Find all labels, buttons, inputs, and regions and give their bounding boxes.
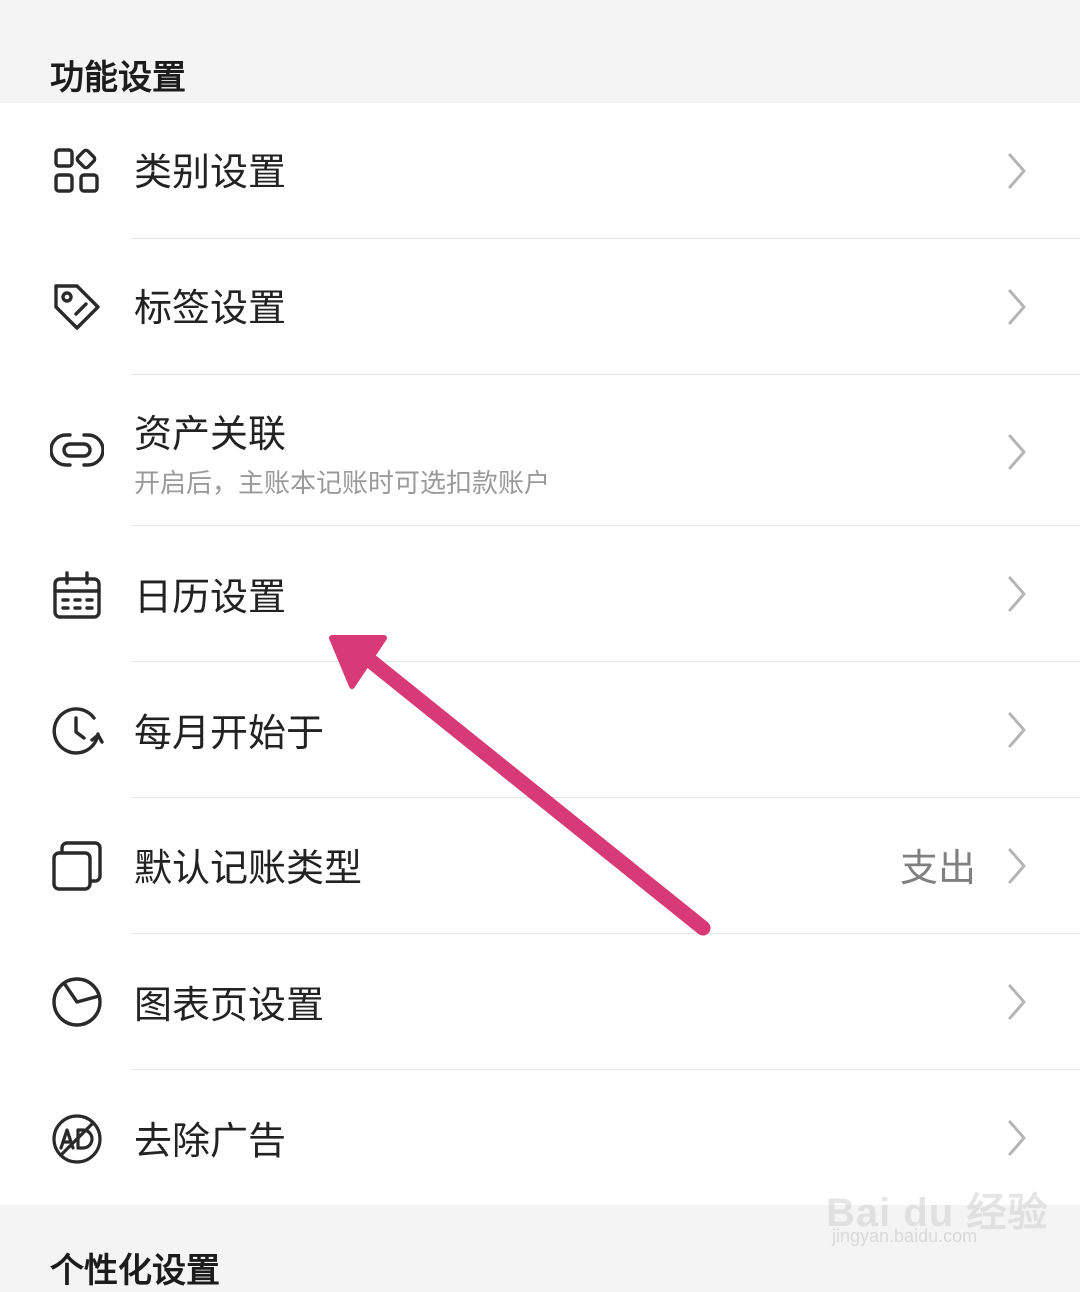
no-ad-icon: [50, 1112, 104, 1166]
row-label: 默认记账类型: [134, 846, 363, 890]
settings-list: 类别设置 标签设置 资产关联 开启后，主账本记账时可选扣款账户 日历设置 每月开…: [0, 103, 1080, 1205]
chevron-right-icon: [1002, 982, 1032, 1022]
section-header-features: 功能设置: [0, 8, 1080, 103]
settings-row-asset-link[interactable]: 资产关联 开启后，主账本记账时可选扣款账户: [0, 375, 1080, 526]
chevron-right-icon: [1002, 1118, 1032, 1158]
chevron-right-icon: [1002, 287, 1032, 327]
chevron-right-icon: [1002, 710, 1032, 750]
chevron-right-icon: [1002, 151, 1032, 191]
row-label: 每月开始于: [134, 711, 325, 755]
row-sublabel: 开启后，主账本记账时可选扣款账户: [134, 469, 551, 499]
row-label: 资产关联: [134, 412, 287, 456]
settings-row-category[interactable]: 类别设置: [0, 103, 1080, 239]
watermark: Bai du 经验 jingyan.baidu.com: [826, 1158, 1047, 1250]
row-label: 日历设置: [134, 575, 287, 619]
pie-chart-icon: [50, 975, 104, 1029]
clock-cycle-icon: [50, 704, 104, 758]
row-label: 去除广告: [134, 1119, 287, 1163]
settings-row-calendar[interactable]: 日历设置: [0, 526, 1080, 662]
row-label: 图表页设置: [134, 983, 325, 1027]
settings-row-month-start[interactable]: 每月开始于: [0, 662, 1080, 798]
stacked-cards-icon: [50, 839, 104, 893]
row-label: 标签设置: [134, 286, 287, 330]
tag-icon: [50, 280, 104, 334]
link-icon: [50, 423, 104, 477]
section-title-features: 功能设置: [50, 58, 186, 98]
chevron-right-icon: [1002, 574, 1032, 614]
row-label: 类别设置: [134, 150, 287, 194]
settings-row-tags[interactable]: 标签设置: [0, 239, 1080, 375]
section-title-personalization: 个性化设置: [50, 1251, 220, 1291]
settings-row-chart[interactable]: 图表页设置: [0, 934, 1080, 1070]
calendar-icon: [50, 569, 104, 623]
watermark-url-text: jingyan.baidu.com: [832, 1226, 978, 1246]
chevron-right-icon: [1002, 432, 1032, 472]
chevron-right-icon: [1002, 846, 1032, 886]
settings-row-default-type[interactable]: 默认记账类型 支出: [0, 798, 1080, 934]
category-grid-icon: [50, 144, 104, 198]
row-value: 支出: [899, 846, 976, 890]
